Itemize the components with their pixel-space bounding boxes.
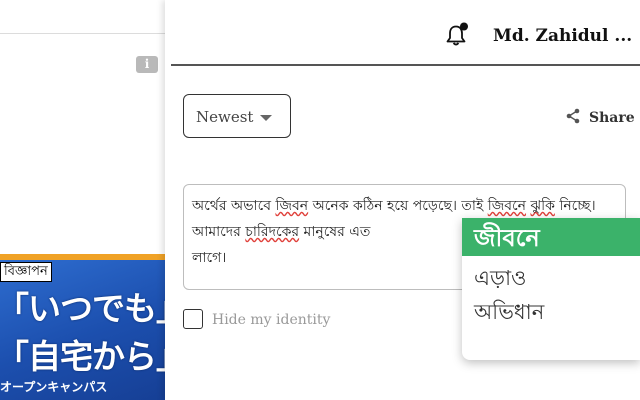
advertisement-banner[interactable]: বিজ্ঞাপন 「いつでも」 「自宅から」 オープンキャンパス <box>0 254 165 400</box>
comment-segment: অর্থের অভাবে <box>192 198 276 214</box>
suggestion-item-ignore[interactable]: এড়াও <box>474 262 527 297</box>
misspelled-word[interactable]: চারিদকের <box>245 224 299 240</box>
ad-subline: オープンキャンパス <box>0 380 108 394</box>
background-page: i বিজ্ঞাপন 「いつでも」 「自宅から」 オープンキャンパス <box>0 0 165 400</box>
sort-dropdown[interactable]: Newest <box>183 94 291 138</box>
divider <box>0 33 165 34</box>
suggestion-highlighted-label: জীবনে <box>474 224 540 252</box>
suggestion-item-dictionary[interactable]: অভিধান <box>474 296 544 331</box>
spell-suggestion-popup: জীবনে এড়াও অভিধান <box>462 218 640 360</box>
comment-segment: মানুষের এত <box>299 224 371 240</box>
chevron-down-icon <box>260 115 272 121</box>
share-icon <box>566 108 580 124</box>
ad-label: বিজ্ঞাপন <box>0 262 52 282</box>
share-label: Share <box>589 110 635 126</box>
comment-segment: অনেক কঠিন হয়ে পড়েছে। তাই <box>308 198 488 214</box>
sort-selected-value: Newest <box>196 108 254 126</box>
ad-headline-2: 「自宅から」 <box>0 337 165 376</box>
hide-identity-label: Hide my identity <box>212 312 331 328</box>
ad-stripe <box>0 254 165 260</box>
misspelled-word[interactable]: জিবনে <box>488 198 526 214</box>
comment-segment: লাগে। <box>192 250 227 266</box>
panel-header: Md. Zahidul ... <box>171 0 640 66</box>
misspelled-word[interactable]: ঝুকি <box>530 198 554 214</box>
info-icon[interactable]: i <box>136 56 158 73</box>
user-name[interactable]: Md. Zahidul ... <box>493 26 632 46</box>
misspelled-word[interactable]: জিবন <box>275 198 308 214</box>
suggestion-highlighted[interactable]: জীবনে <box>462 218 640 256</box>
ad-headline-1: 「いつでも」 <box>0 289 165 328</box>
bell-icon[interactable] <box>444 22 470 48</box>
hide-identity-checkbox[interactable] <box>183 309 203 329</box>
